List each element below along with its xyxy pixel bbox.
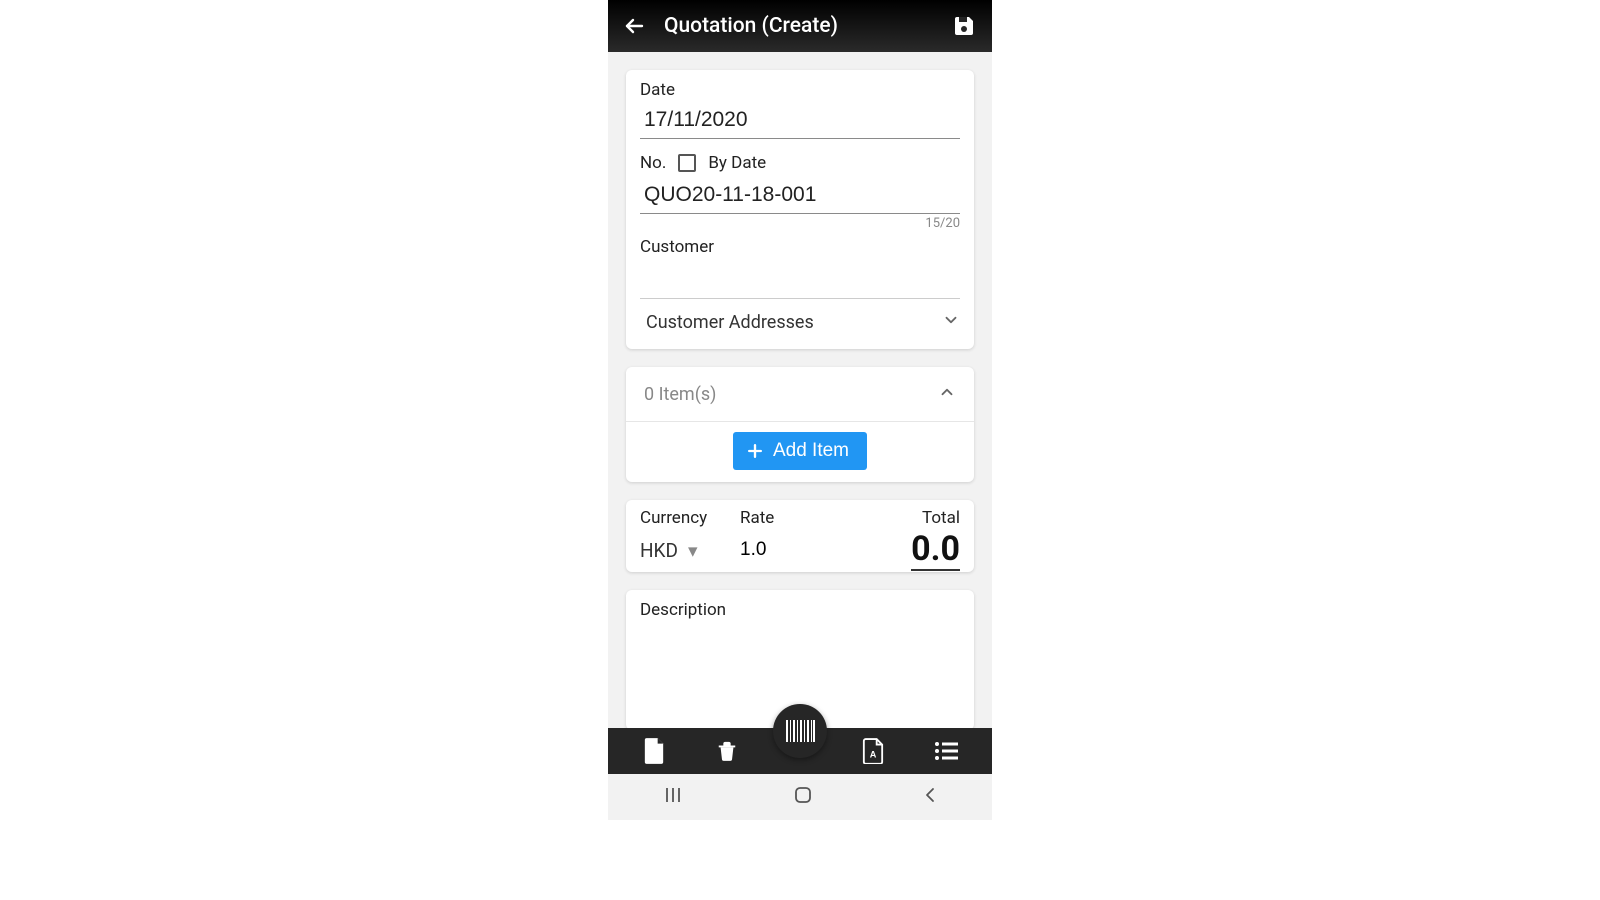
- arrow-left-icon: [622, 14, 646, 38]
- total-value: 0.0: [911, 529, 960, 571]
- app-screen: Quotation (Create) Date No. By Date 15/2…: [608, 0, 992, 820]
- pdf-icon: A: [862, 738, 884, 764]
- chevron-down-icon: [942, 311, 960, 333]
- android-nav-bar: [608, 774, 992, 820]
- items-header[interactable]: 0 Item(s): [626, 367, 974, 422]
- list-button[interactable]: [931, 736, 961, 766]
- page-title: Quotation (Create): [664, 14, 950, 38]
- trash-icon: [716, 738, 738, 764]
- quotation-form-card: Date No. By Date 15/20 Customer Customer…: [626, 70, 974, 349]
- chevron-up-icon: [938, 383, 956, 405]
- by-date-label: By Date: [708, 153, 766, 173]
- currency-value: HKD: [640, 539, 678, 562]
- delete-button[interactable]: [712, 736, 742, 766]
- list-icon: [934, 741, 958, 761]
- customer-addresses-dropdown[interactable]: Customer Addresses: [640, 299, 960, 335]
- android-back-button[interactable]: [923, 787, 937, 807]
- back-icon: [923, 787, 937, 803]
- save-button[interactable]: [950, 12, 978, 40]
- add-item-button[interactable]: Add Item: [733, 432, 867, 470]
- currency-select[interactable]: HKD ▾: [640, 539, 698, 562]
- customer-addresses-label: Customer Addresses: [646, 312, 814, 333]
- items-count-label: 0 Item(s): [644, 384, 716, 405]
- recent-icon: [663, 787, 683, 803]
- android-recent-button[interactable]: [663, 787, 683, 807]
- save-icon: [952, 14, 976, 38]
- export-pdf-button[interactable]: A: [858, 736, 888, 766]
- back-button[interactable]: [622, 14, 646, 38]
- content-area: Date No. By Date 15/20 Customer Customer…: [608, 52, 992, 730]
- barcode-scan-button[interactable]: [773, 704, 827, 758]
- rate-label: Rate: [740, 508, 840, 528]
- plus-icon: [745, 441, 765, 461]
- android-home-button[interactable]: [794, 786, 812, 808]
- quotation-no-counter: 15/20: [640, 216, 960, 231]
- total-label: Total: [840, 508, 960, 528]
- new-document-button[interactable]: [639, 736, 669, 766]
- customer-input[interactable]: [640, 267, 960, 299]
- svg-text:A: A: [869, 749, 876, 759]
- by-date-checkbox[interactable]: [678, 154, 696, 172]
- barcode-icon: [785, 720, 815, 742]
- items-card: 0 Item(s) Add Item: [626, 367, 974, 482]
- currency-label: Currency: [640, 508, 740, 528]
- add-item-label: Add Item: [773, 440, 849, 462]
- date-label: Date: [640, 80, 960, 100]
- totals-card: Currency HKD ▾ Rate Total: [626, 500, 974, 572]
- description-label: Description: [640, 600, 960, 620]
- rate-input[interactable]: [740, 539, 840, 561]
- no-label: No.: [640, 153, 666, 173]
- document-icon: [643, 738, 665, 764]
- app-bar: Quotation (Create): [608, 0, 992, 52]
- date-input[interactable]: [640, 104, 960, 139]
- quotation-no-input[interactable]: [640, 179, 960, 214]
- description-input[interactable]: [640, 624, 960, 704]
- customer-label: Customer: [640, 237, 960, 257]
- dropdown-triangle-icon: ▾: [688, 539, 698, 562]
- home-icon: [794, 786, 812, 804]
